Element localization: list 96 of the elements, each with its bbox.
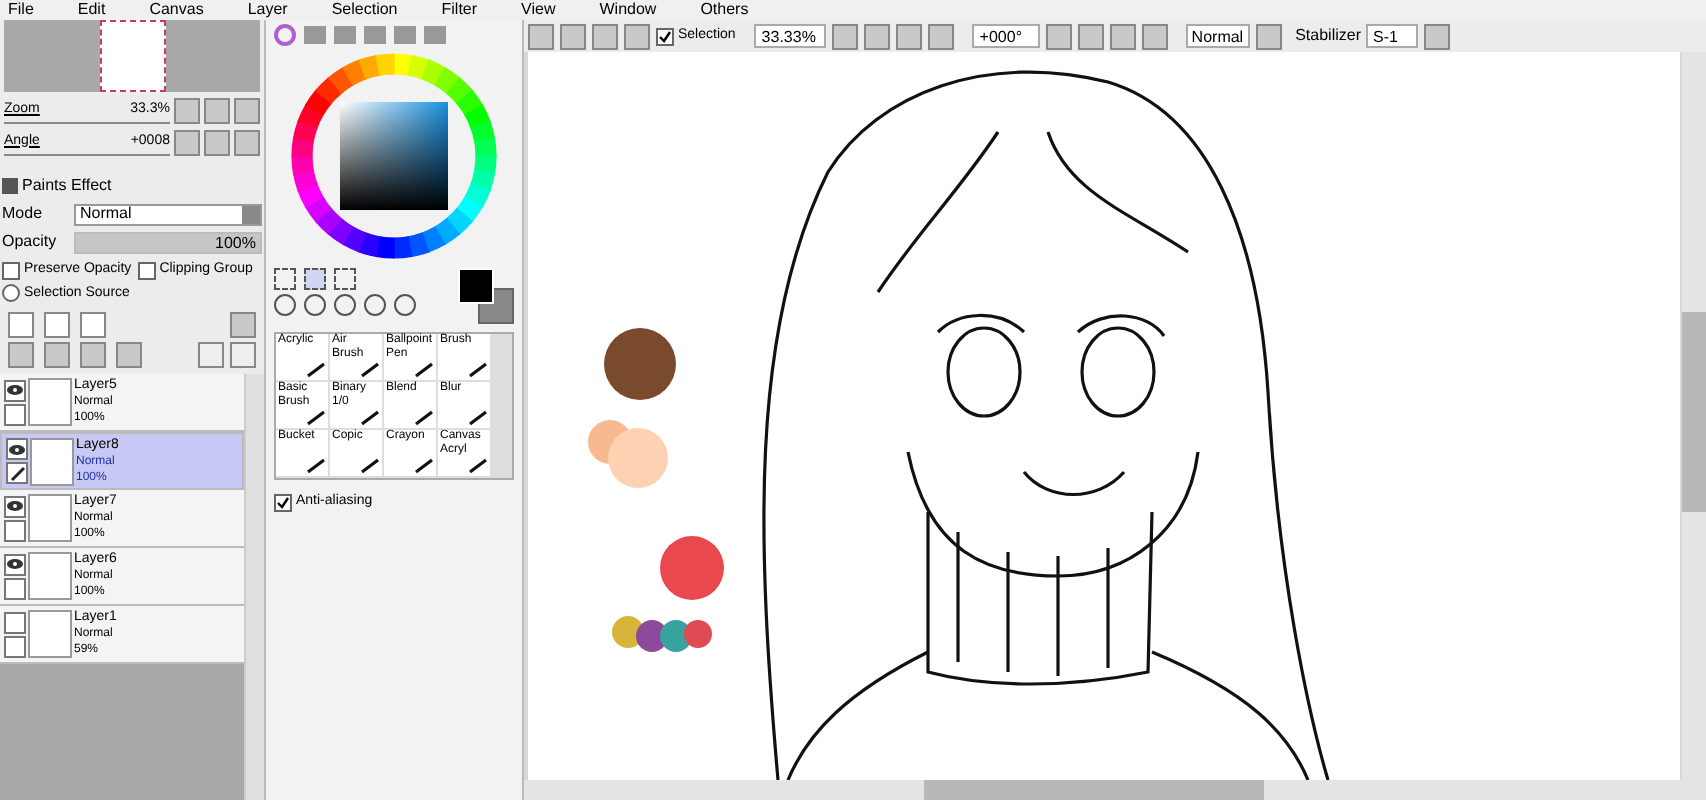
menu-item[interactable]: Others [700, 2, 749, 18]
checkbox[interactable] [274, 493, 292, 512]
check-icon [276, 495, 290, 510]
eye-icon [6, 500, 24, 512]
deselect-button[interactable] [592, 23, 618, 49]
clear-layer-button[interactable] [80, 342, 106, 368]
eye-icon [6, 384, 24, 396]
marquee-icon[interactable] [274, 268, 296, 290]
menu-item[interactable]: File [8, 2, 34, 18]
eye-icon [6, 558, 24, 570]
flip-button[interactable] [1255, 23, 1282, 49]
layer-scrollbar[interactable] [244, 374, 264, 800]
brush-icon [360, 362, 380, 378]
menu-item[interactable]: Filter [441, 2, 478, 18]
menu-item[interactable]: Canvas [149, 2, 204, 18]
opacity-slider[interactable]: 100% [74, 231, 262, 253]
pen-icon [9, 465, 25, 481]
checkbox[interactable] [656, 27, 674, 45]
layer-thumbnail [28, 610, 72, 658]
brush-icon [360, 410, 380, 426]
lock-toggle[interactable] [4, 403, 26, 425]
angle-reset-button[interactable] [234, 130, 260, 156]
visibility-toggle[interactable] [4, 553, 26, 575]
color-wheel-tab-icon[interactable] [274, 23, 296, 45]
menu-item[interactable]: View [521, 2, 556, 18]
blend-field[interactable]: Normal [1185, 24, 1250, 48]
undo-button[interactable] [528, 23, 554, 49]
brush-scrollbar[interactable] [492, 334, 512, 478]
zoom-fit-button[interactable] [204, 98, 230, 124]
zoom-reset-button[interactable] [234, 98, 260, 124]
zoom-dropdown-button[interactable] [831, 23, 858, 49]
brush-icon [306, 410, 326, 426]
rotate-left-button[interactable] [174, 130, 200, 156]
brush-icon [414, 410, 434, 426]
lock-toggle[interactable] [6, 462, 28, 484]
section-title: Paints Effect [22, 174, 112, 198]
eye-icon [8, 443, 26, 455]
redo-button[interactable] [560, 23, 586, 49]
field-label: Opacity [2, 230, 59, 254]
visibility-toggle[interactable] [4, 611, 26, 633]
layer-thumbnail [28, 494, 72, 542]
angle-reset-button[interactable] [1141, 23, 1168, 49]
new-vector-button[interactable] [44, 312, 70, 338]
rotate-left-button[interactable] [1077, 23, 1104, 49]
lasso-icon[interactable] [304, 268, 326, 290]
field-label: Mode [2, 202, 45, 226]
check-icon [658, 29, 672, 43]
view-frame [99, 20, 165, 92]
menu-item[interactable]: Selection [331, 2, 398, 18]
merge-button[interactable] [44, 342, 70, 368]
horizontal-scrollbar[interactable] [524, 780, 1682, 800]
color-swatch-pair[interactable] [458, 268, 514, 324]
rotate-right-button[interactable] [204, 130, 230, 156]
layer-mask-button[interactable] [230, 312, 256, 338]
zoom-out-button[interactable] [174, 98, 200, 124]
brush-icon [360, 458, 380, 474]
merge-down-button[interactable] [8, 342, 34, 368]
brush-icon [468, 458, 488, 474]
visibility-toggle[interactable] [6, 438, 28, 460]
zoom-field[interactable]: 33.33% [753, 24, 826, 48]
menu-item[interactable]: Edit [77, 2, 106, 18]
brush-icon [468, 410, 488, 426]
brush-icon [414, 362, 434, 378]
folder-button[interactable] [80, 312, 106, 338]
checkbox[interactable] [2, 261, 20, 280]
lock-toggle[interactable] [4, 577, 26, 599]
menu-item[interactable]: Window [599, 2, 657, 18]
zoom-out-button[interactable] [863, 23, 890, 49]
delete-layer-button[interactable] [116, 342, 142, 368]
brush-icon [468, 362, 488, 378]
checkbox[interactable] [137, 261, 156, 280]
layer-thumbnail [28, 552, 72, 600]
new-layer-button[interactable] [8, 312, 34, 338]
mode-dropdown[interactable]: Normal [74, 203, 262, 225]
stabilizer-field[interactable]: S-1 [1366, 24, 1419, 48]
stabilizer-label: Stabilizer [1295, 24, 1361, 48]
angle-dropdown-button[interactable] [1045, 23, 1072, 49]
zoom-in-button[interactable] [895, 23, 922, 49]
lock-toggle[interactable] [4, 519, 26, 541]
layer-thumbnail [30, 437, 74, 485]
lock-toggle[interactable] [4, 635, 26, 657]
zoom-reset-button[interactable] [927, 23, 954, 49]
angle-field[interactable]: +000° [971, 24, 1040, 48]
stabilizer-dropdown-button[interactable] [1424, 23, 1451, 49]
menu-item[interactable]: Layer [247, 2, 288, 18]
brush-icon [414, 458, 434, 474]
apply-mask-button[interactable] [198, 342, 224, 368]
brush-icon [306, 458, 326, 474]
visibility-toggle[interactable] [4, 495, 26, 517]
visibility-toggle[interactable] [4, 379, 26, 401]
layer-thumbnail [28, 378, 72, 426]
brush-icon [306, 362, 326, 378]
rotate-right-button[interactable] [1109, 23, 1136, 49]
radio-button[interactable] [2, 284, 20, 303]
copy-mask-button[interactable] [230, 342, 256, 368]
color-wheel[interactable] [290, 52, 498, 260]
